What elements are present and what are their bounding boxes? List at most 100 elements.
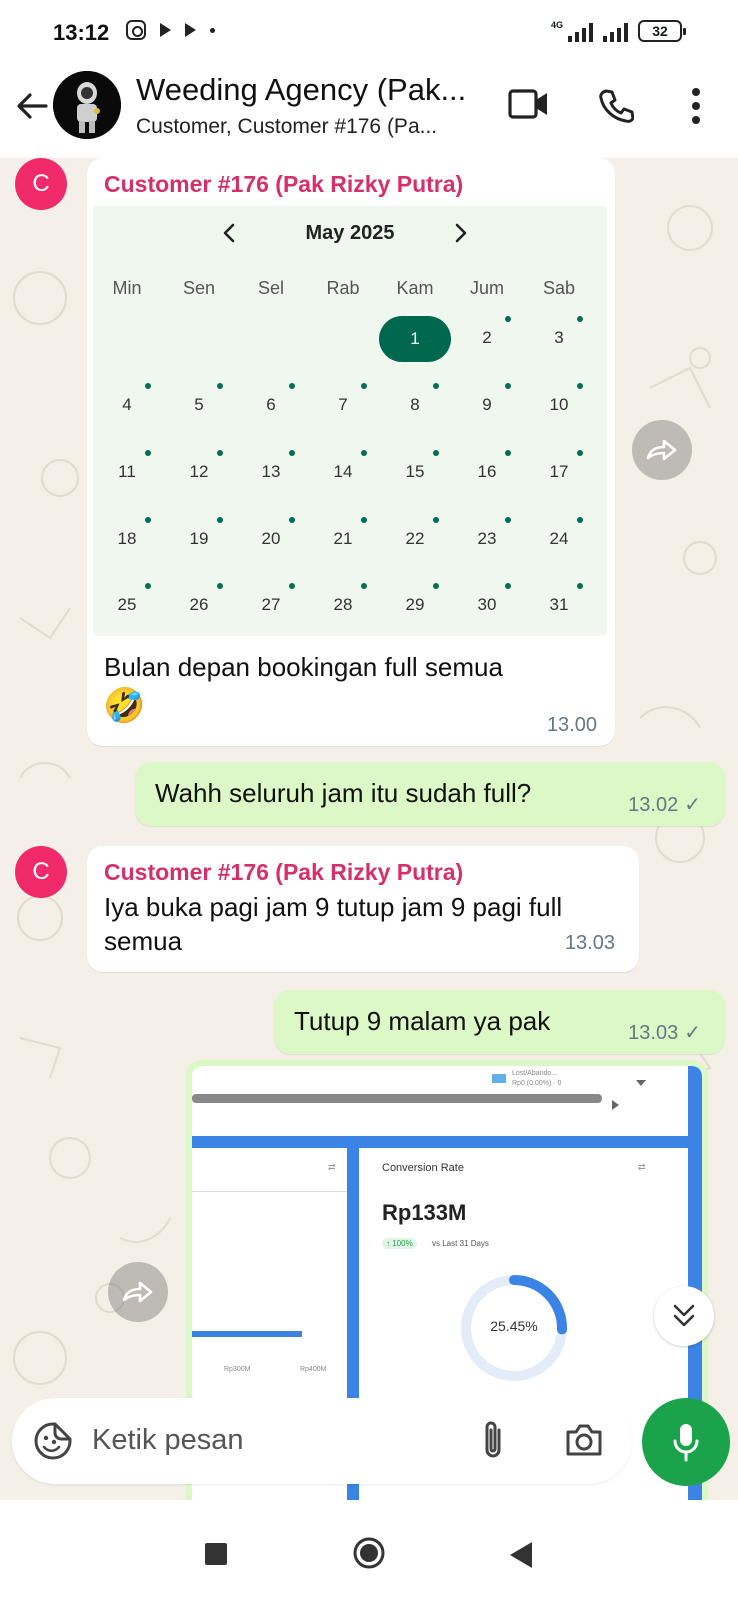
calendar-day[interactable]: 27 — [241, 583, 301, 615]
signal-icon — [568, 22, 593, 42]
calendar-day[interactable]: 21 — [313, 517, 373, 549]
message-time: 13.03 — [564, 932, 615, 954]
signal-icon-2 — [603, 22, 628, 42]
calendar-day[interactable]: 1 — [379, 316, 451, 362]
calendar-day[interactable]: 17 — [529, 450, 589, 482]
message-text: Wahh seluruh jam itu sudah full? — [155, 778, 532, 808]
booked-dot-icon — [433, 517, 439, 523]
calendar-day[interactable]: 28 — [313, 583, 373, 615]
message-sender[interactable]: Customer #176 (Pak Rizky Putra) — [104, 171, 463, 198]
incoming-message[interactable]: Customer #176 (Pak Rizky Putra) Iya buka… — [87, 846, 639, 972]
sender-avatar-letter: C — [32, 858, 50, 885]
group-avatar[interactable] — [53, 71, 121, 139]
calendar-day[interactable]: 22 — [385, 517, 445, 549]
booked-dot-icon — [577, 450, 583, 456]
calendar-day[interactable]: 18 — [97, 517, 157, 549]
booked-dot-icon — [361, 383, 367, 389]
calendar-day[interactable]: 16 — [457, 450, 517, 482]
sent-tick-icon: ✓ — [684, 794, 701, 816]
weekday-label: Sen — [182, 278, 216, 298]
image-card-value: Rp133M — [382, 1200, 467, 1225]
play-icon — [160, 23, 171, 37]
calendar-day[interactable]: 19 — [169, 517, 229, 549]
calendar-day[interactable]: 8 — [385, 383, 445, 415]
booked-dot-icon — [145, 450, 151, 456]
image-axis-right: Rp400M — [300, 1366, 327, 1373]
phone-call-icon[interactable] — [598, 88, 634, 124]
image-left-card-line — [192, 1191, 347, 1192]
message-input[interactable]: Ketik pesan — [92, 1424, 244, 1457]
message-sender[interactable]: Customer #176 (Pak Rizky Putra) — [104, 859, 463, 886]
booked-dot-icon — [145, 583, 151, 589]
calendar-day[interactable]: 13 — [241, 450, 301, 482]
battery-icon: 32 — [638, 20, 686, 42]
sender-avatar[interactable]: C — [15, 158, 67, 210]
calendar-day[interactable]: 20 — [241, 517, 301, 549]
sticker-icon[interactable] — [32, 1420, 74, 1462]
message-text: Iya buka pagi jam 9 tutup jam 9 pagi ful… — [104, 892, 563, 956]
booked-dot-icon — [577, 383, 583, 389]
calendar-day[interactable]: 14 — [313, 450, 373, 482]
video-call-icon[interactable] — [508, 88, 550, 120]
home-circle-icon[interactable] — [352, 1536, 386, 1570]
camera-icon[interactable] — [564, 1422, 604, 1458]
calendar-day[interactable]: 29 — [385, 583, 445, 615]
sender-avatar[interactable]: C — [15, 846, 67, 898]
booked-dot-icon — [361, 583, 367, 589]
mic-button[interactable] — [642, 1398, 730, 1486]
image-legend-swatch — [492, 1074, 506, 1083]
calendar-day[interactable]: 2 — [457, 316, 517, 348]
incoming-message-calendar[interactable]: Customer #176 (Pak Rizky Putra) May 2025… — [87, 158, 615, 746]
attach-icon[interactable] — [480, 1418, 506, 1462]
calendar-month: May 2025 — [305, 222, 395, 244]
chat-area[interactable]: C Customer #176 (Pak Rizky Putra) May 20… — [0, 158, 738, 1500]
message-time-status: 13.03 ✓ — [628, 1020, 701, 1045]
notification-icons — [126, 20, 215, 40]
calendar-day[interactable]: 4 — [97, 383, 157, 415]
forward-button[interactable] — [632, 420, 692, 480]
scroll-to-bottom-button[interactable] — [654, 1286, 714, 1346]
astronaut-avatar-icon — [53, 71, 121, 139]
calendar-day[interactable]: 30 — [457, 583, 517, 615]
calendar-day[interactable]: 24 — [529, 517, 589, 549]
double-chevron-down-icon — [673, 1304, 695, 1327]
outgoing-message[interactable]: Tutup 9 malam ya pak 13.03 ✓ — [274, 990, 725, 1054]
chat-header: Weeding Agency (Pak... Customer, Custome… — [0, 66, 738, 158]
image-play-arrow-icon — [612, 1100, 619, 1110]
weekday-label: Rab — [326, 278, 360, 298]
back-arrow-icon[interactable] — [14, 88, 50, 124]
forward-button[interactable] — [108, 1262, 168, 1322]
image-card-title: Conversion Rate — [382, 1162, 464, 1174]
back-triangle-icon[interactable] — [510, 1542, 532, 1568]
weekday-label: Kam — [396, 278, 434, 298]
outgoing-message[interactable]: Wahh seluruh jam itu sudah full? 13.02 ✓ — [135, 762, 725, 826]
forward-icon — [646, 439, 677, 461]
image-left-bar — [192, 1331, 302, 1337]
chat-subtitle[interactable]: Customer, Customer #176 (Pa... — [136, 115, 437, 139]
more-notifications-dot-icon — [210, 27, 215, 33]
calendar-day[interactable]: 15 — [385, 450, 445, 482]
calendar-day[interactable]: 25 — [97, 583, 157, 615]
chevron-right-icon[interactable] — [445, 218, 475, 248]
calendar-day[interactable]: 3 — [529, 316, 589, 348]
calendar-day[interactable]: 10 — [529, 383, 589, 415]
sent-tick-icon: ✓ — [684, 1022, 701, 1044]
system-nav-bar — [0, 1500, 738, 1600]
calendar-day[interactable]: 11 — [97, 450, 157, 482]
calendar-day[interactable]: 12 — [169, 450, 229, 482]
calendar-day[interactable]: 23 — [457, 517, 517, 549]
booked-dot-icon — [361, 450, 367, 456]
calendar-day[interactable]: 9 — [457, 383, 517, 415]
chat-title[interactable]: Weeding Agency (Pak... — [136, 72, 466, 108]
mic-icon — [673, 1424, 699, 1462]
calendar-day[interactable]: 7 — [313, 383, 373, 415]
recents-square-icon[interactable] — [205, 1543, 227, 1565]
weekday-label: Sab — [542, 278, 576, 298]
calendar-day[interactable]: 6 — [241, 383, 301, 415]
calendar-day[interactable]: 31 — [529, 583, 589, 615]
calendar-day[interactable]: 26 — [169, 583, 229, 615]
message-input-bar: Ketik pesan — [12, 1398, 632, 1484]
more-vertical-icon[interactable] — [690, 86, 702, 126]
calendar-widget: May 2025 Min Sen Sel Rab Kam Jum Sab 1 2 3 4 5 6 7 8 9 1… — [93, 206, 607, 636]
calendar-day[interactable]: 5 — [169, 383, 229, 415]
